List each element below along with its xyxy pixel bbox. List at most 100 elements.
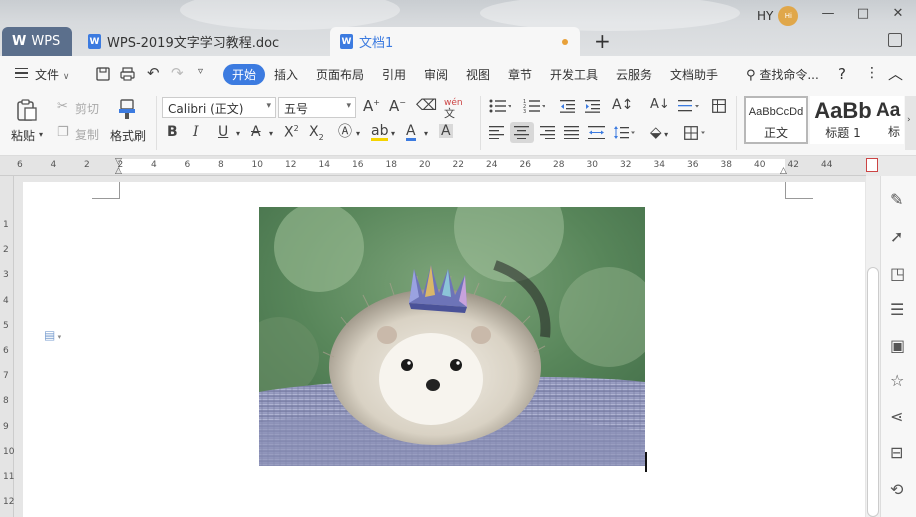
chinese-layout-icon[interactable] <box>678 99 700 116</box>
star-favorite-icon[interactable]: ☆ <box>890 371 904 390</box>
show-marks-icon[interactable] <box>712 99 726 116</box>
document-image[interactable] <box>259 207 645 466</box>
user-account[interactable]: HY Hi <box>757 6 799 26</box>
redo-icon[interactable]: ↷ <box>171 66 184 81</box>
left-indent-marker-icon[interactable]: △ <box>115 166 122 176</box>
character-shading-icon[interactable]: A <box>439 124 453 138</box>
paste-button[interactable]: 粘贴 <box>11 127 35 144</box>
style-heading-1[interactable]: AaBb 标题 1 <box>810 96 876 144</box>
ruler-tick-label: 14 <box>318 160 330 170</box>
restore-button[interactable]: □ <box>852 4 874 22</box>
increase-indent-icon[interactable] <box>585 99 600 116</box>
undo-icon[interactable]: ↶ <box>147 66 160 81</box>
menu-tab-insert[interactable]: 插入 <box>274 66 298 83</box>
highlight-icon[interactable]: ab <box>371 124 389 141</box>
shrink-font-icon[interactable]: A− <box>389 99 406 114</box>
command-search[interactable]: ⚲ 查找命令... <box>746 66 819 83</box>
menu-tab-developer[interactable]: 开发工具 <box>550 66 598 83</box>
strikethrough-dropdown-icon[interactable]: ▾ <box>269 130 273 138</box>
menu-tab-home[interactable]: 开始 <box>223 64 265 85</box>
share-icon[interactable]: ⋖ <box>890 407 903 426</box>
ruler-tick-label: 32 <box>620 160 632 170</box>
underline-icon[interactable]: U <box>218 125 228 139</box>
tab-document-tutorial[interactable]: W WPS-2019文字学习教程.doc <box>78 27 328 56</box>
bold-icon[interactable]: B <box>167 125 178 139</box>
shapes-icon[interactable]: ◳ <box>890 264 905 283</box>
cut-button[interactable]: 剪切 <box>75 100 99 117</box>
line-spacing-icon[interactable] <box>614 126 636 142</box>
scrollbar-thumb[interactable] <box>867 267 879 517</box>
paragraph-layout-icon[interactable]: ▤ ▾ <box>44 329 61 341</box>
pen-edit-icon[interactable]: ✎ <box>890 190 903 209</box>
change-case-icon[interactable]: A↕ <box>612 98 633 112</box>
align-left-icon[interactable] <box>489 126 504 142</box>
print-icon[interactable] <box>120 67 135 84</box>
font-name-select[interactable]: Calibri (正文) <box>162 97 276 118</box>
menu-tab-doc-assistant[interactable]: 文档助手 <box>670 66 718 83</box>
vertical-scrollbar[interactable] <box>866 176 880 517</box>
font-color-icon[interactable]: A <box>406 124 416 141</box>
borders-icon[interactable] <box>684 126 708 143</box>
paste-icon[interactable] <box>15 98 39 125</box>
style-gallery-scroll-icon[interactable]: › <box>905 96 916 150</box>
grow-font-icon[interactable]: A+ <box>363 99 380 114</box>
distribute-icon[interactable] <box>588 126 605 142</box>
numbered-list-icon[interactable]: 123 <box>523 99 546 116</box>
tab-document-1[interactable]: W 文档1 <box>330 27 580 56</box>
clear-format-icon[interactable]: ⌫ <box>416 98 437 113</box>
menu-tab-page-layout[interactable]: 页面布局 <box>316 66 364 83</box>
word-doc-icon: W <box>88 34 101 49</box>
menu-tab-references[interactable]: 引用 <box>382 66 406 83</box>
select-pointer-icon[interactable]: ➚ <box>890 227 903 246</box>
hamburger-menu-icon[interactable] <box>15 68 28 78</box>
quick-access-dropdown-icon[interactable]: ▿ <box>198 67 203 77</box>
phonetic-guide-icon[interactable]: wén 文 <box>444 98 463 120</box>
superscript-icon[interactable]: X2 <box>284 125 299 140</box>
text-effect-icon[interactable]: Ⓐ <box>338 125 352 139</box>
decrease-indent-icon[interactable] <box>560 99 575 116</box>
text-effect-dropdown-icon[interactable]: ▾ <box>356 130 360 138</box>
menu-tab-view[interactable]: 视图 <box>466 66 490 83</box>
bullet-list-icon[interactable] <box>489 99 512 116</box>
strikethrough-icon[interactable]: A <box>251 125 261 139</box>
right-indent-marker-icon[interactable]: △ <box>780 166 787 176</box>
shading-fill-icon[interactable]: ⬙ ▾ <box>650 125 668 140</box>
menu-tab-chapter[interactable]: 章节 <box>508 66 532 83</box>
settings-sliders-icon[interactable]: ☰ <box>890 300 904 319</box>
close-button[interactable]: ✕ <box>887 4 909 22</box>
horizontal-ruler[interactable]: 6 4 2 2 4 6 8 10 12 14 16 18 20 22 24 26 28 30 32 34 36 38 40 4… <box>0 156 866 176</box>
font-color-dropdown-icon[interactable]: ▾ <box>424 130 428 138</box>
panel-toggle-icon[interactable] <box>888 33 902 47</box>
archive-box-icon[interactable]: ⊟ <box>890 443 903 462</box>
copy-button[interactable]: 复制 <box>75 126 99 143</box>
history-clock-icon[interactable]: ⟲ <box>890 480 903 499</box>
menu-tab-cloud[interactable]: 云服务 <box>616 66 652 83</box>
ruler-toggle-icon[interactable] <box>866 158 878 172</box>
style-heading-2[interactable]: Aa 标 <box>876 96 904 144</box>
align-center-icon[interactable] <box>510 122 534 143</box>
collapse-ribbon-icon[interactable]: ︿ <box>888 63 903 84</box>
underline-dropdown-icon[interactable]: ▾ <box>236 130 240 138</box>
menu-tab-review[interactable]: 审阅 <box>424 66 448 83</box>
image-library-icon[interactable]: ▣ <box>890 336 905 355</box>
sort-icon[interactable]: A↓ <box>650 98 670 111</box>
align-right-icon[interactable] <box>540 126 555 142</box>
new-tab-plus-icon[interactable]: + <box>594 29 611 53</box>
help-icon[interactable]: ? <box>838 65 846 83</box>
subscript-icon[interactable]: X2 <box>309 125 324 142</box>
highlight-dropdown-icon[interactable]: ▾ <box>391 130 395 138</box>
justify-icon[interactable] <box>564 126 579 142</box>
format-painter-button[interactable]: 格式刷 <box>110 127 146 144</box>
italic-icon[interactable]: I <box>193 125 199 139</box>
menu-file[interactable]: 文件 ∨ <box>35 66 69 83</box>
save-icon[interactable] <box>96 67 110 84</box>
minimize-button[interactable]: — <box>817 4 839 22</box>
style-normal[interactable]: AaBbCcDd 正文 <box>744 96 808 144</box>
font-size-select[interactable]: 五号 <box>278 97 356 118</box>
more-icon[interactable]: ⋮ <box>865 65 879 81</box>
ruler-tick-label: 12 <box>3 497 15 508</box>
vertical-ruler[interactable]: 1 2 3 4 5 6 7 8 9 10 11 12 <box>0 176 14 517</box>
ribbon-separator <box>736 96 737 150</box>
paste-dropdown-icon[interactable]: ▾ <box>39 131 43 139</box>
tab-wps-home[interactable]: W WPS <box>2 27 72 56</box>
